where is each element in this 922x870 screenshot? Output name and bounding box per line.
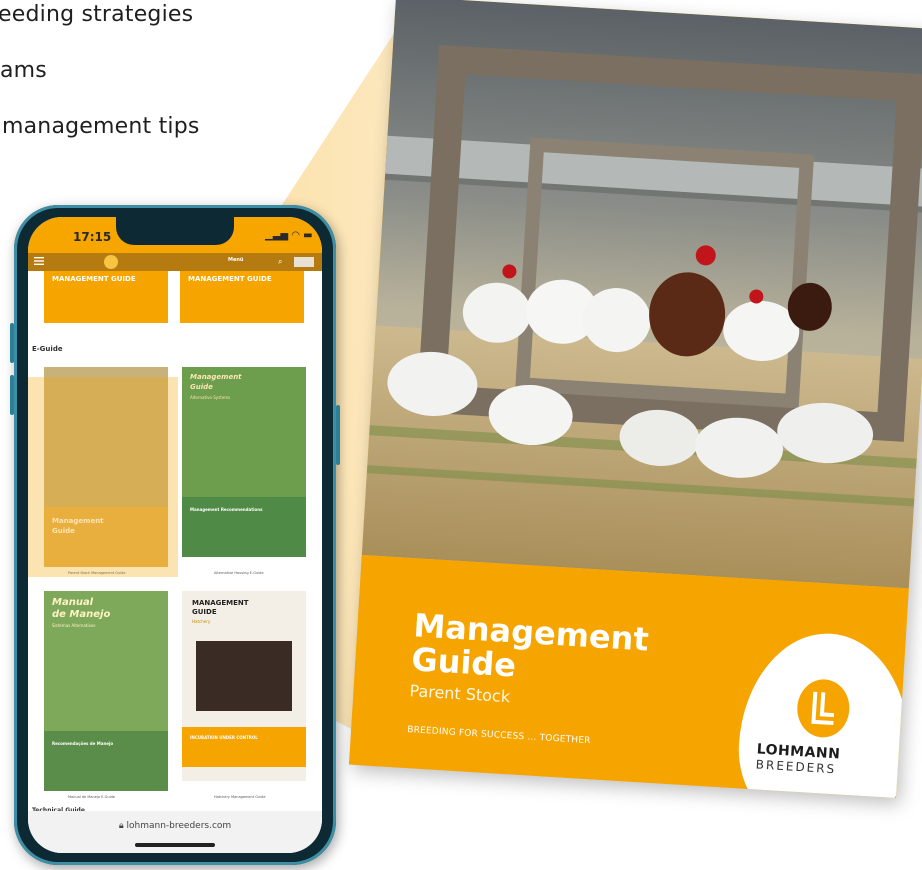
phone-screen: 17:15 ▁▃▅ ◠ ▬ Menü ⌕ MANAGEMENT GUIDE MA… <box>28 217 322 853</box>
guide-card-5-title: Manual <box>52 597 94 608</box>
guide-card-5-title2: de Manejo <box>52 609 111 620</box>
login-button[interactable] <box>294 257 314 267</box>
status-bar: 17:15 ▁▃▅ ◠ ▬ <box>28 217 322 253</box>
brochure-cover: Management Guide Parent Stock BREEDING F… <box>349 0 922 799</box>
guide-card-4-green: Management Recommendations <box>190 507 263 512</box>
chicken-photo <box>361 0 922 589</box>
guide-card-6-band-text: INCUBATION UNDER CONTROL <box>190 735 258 740</box>
power-button <box>336 405 340 465</box>
volume-button-2 <box>10 375 14 415</box>
lohmann-logo-icon <box>797 679 850 738</box>
phone-mockup: 17:15 ▁▃▅ ◠ ▬ Menü ⌕ MANAGEMENT GUIDE MA… <box>10 205 340 865</box>
guide-card-6-caption: Hatchery Management Guide <box>214 795 266 799</box>
url-text: 🔒︎ lohmann-breeders.com <box>28 821 322 831</box>
guide-card-1-title: MANAGEMENT GUIDE <box>52 275 136 283</box>
guide-card-6-title: MANAGEMENT <box>192 599 249 607</box>
status-time: 17:15 <box>73 230 112 244</box>
guide-card-6-sub: Hatchery <box>192 619 211 624</box>
guide-card-6[interactable]: MANAGEMENT GUIDE Hatchery INCUBATION UND… <box>182 591 306 781</box>
guide-card-6-photo <box>196 641 292 711</box>
volume-button <box>10 323 14 363</box>
guide-card-5-sub: Sistemas Alternativos <box>52 623 96 628</box>
guide-card-5-caption: Manual de Manejo E-Guide <box>68 795 115 799</box>
guide-card-4-title2: Guide <box>190 383 213 391</box>
home-indicator[interactable] <box>135 843 215 847</box>
guide-card-1[interactable]: MANAGEMENT GUIDE <box>44 271 168 323</box>
cover-title: Management Guide <box>410 606 650 690</box>
menu-icon[interactable] <box>34 257 44 265</box>
site-logo-icon[interactable] <box>104 255 118 269</box>
signal-wifi-battery-icon: ▁▃▅ ◠ ▬ <box>260 230 313 241</box>
search-icon[interactable]: ⌕ <box>278 257 282 267</box>
guide-card-2-title: MANAGEMENT GUIDE <box>188 275 272 283</box>
guide-card-4-title: Management <box>190 373 242 381</box>
nav-menu-link[interactable]: Menü <box>228 257 244 263</box>
browser-url-bar[interactable]: 🔒︎ lohmann-breeders.com <box>28 811 322 853</box>
guide-card-5-green: Recomendações de Manejo <box>52 741 114 746</box>
guide-card-4-band: Management Recommendations <box>182 497 306 557</box>
guide-card-2[interactable]: MANAGEMENT GUIDE <box>180 271 304 323</box>
guide-card-6-band: INCUBATION UNDER CONTROL <box>182 727 306 767</box>
section-eguide: E-Guide <box>32 345 63 353</box>
phone-notch <box>116 217 234 245</box>
guide-card-4[interactable]: Management Guide Alternative Systems Man… <box>182 367 306 557</box>
lock-icon: 🔒︎ <box>118 821 124 831</box>
guide-card-5[interactable]: Manual de Manejo Sistemas Alternativos R… <box>44 591 168 791</box>
highlight-overlay <box>28 377 178 577</box>
guide-card-4-caption: Alternative Housing E-Guide <box>214 571 264 575</box>
url-value: lohmann-breeders.com <box>126 821 232 831</box>
guide-card-5-band: Recomendações de Manejo <box>44 731 168 791</box>
site-navbar: Menü ⌕ <box>28 253 322 271</box>
guide-card-4-sub: Alternative Systems <box>190 395 231 400</box>
guide-card-6-title2: GUIDE <box>192 608 217 616</box>
